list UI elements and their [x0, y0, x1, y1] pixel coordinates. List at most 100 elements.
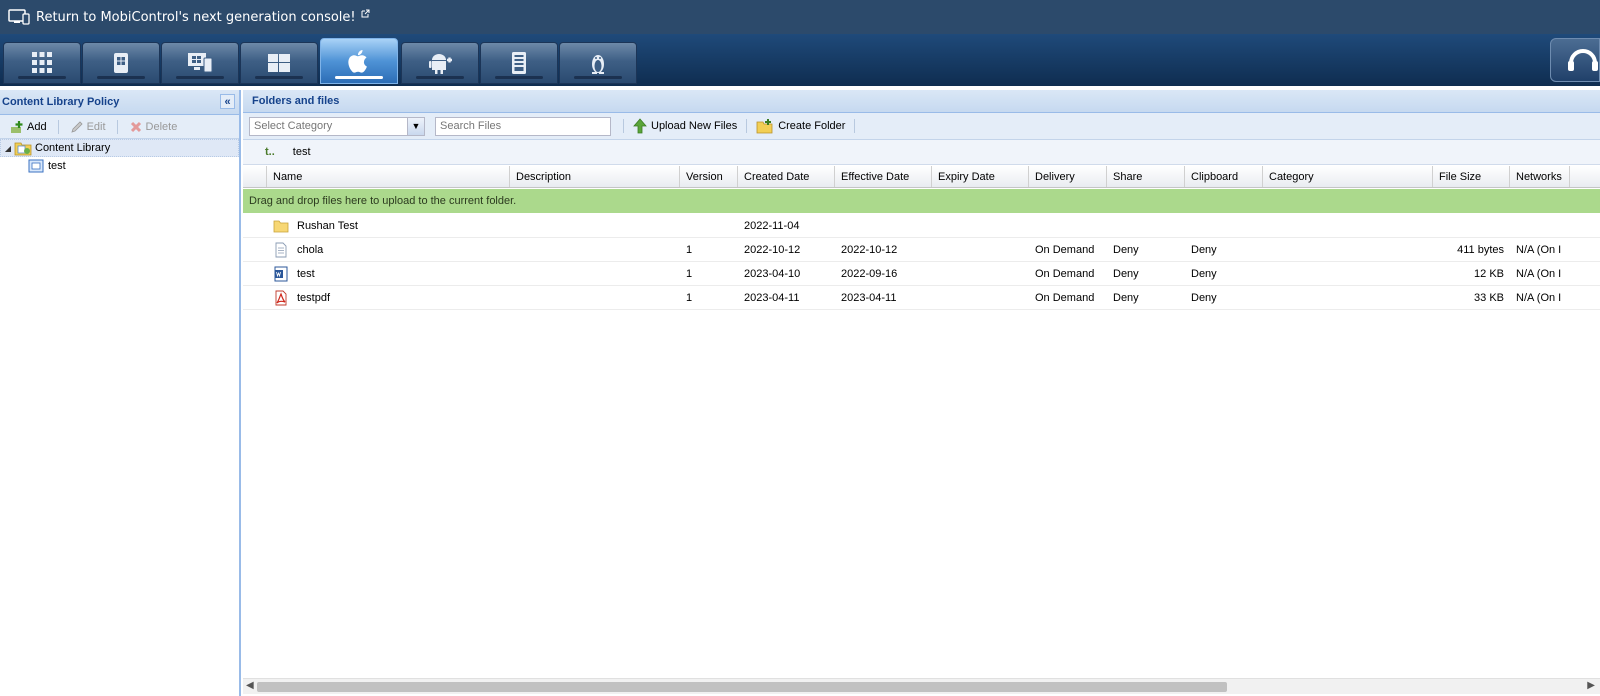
- cell-effective-date: 2022-10-12: [841, 244, 898, 256]
- toolbar-separator: [57, 119, 59, 134]
- collapse-panel-button[interactable]: «: [220, 94, 235, 109]
- scroll-right-arrow-icon[interactable]: ▶: [1587, 680, 1595, 691]
- expand-triangle-icon[interactable]: ◢: [3, 144, 13, 153]
- return-console-banner[interactable]: Return to MobiControl's next generation …: [0, 0, 1600, 34]
- column-header-version[interactable]: Version: [680, 166, 738, 187]
- cell-effective-date: [835, 214, 932, 237]
- category-select-value: Select Category: [254, 120, 333, 132]
- external-link-icon: [361, 9, 370, 17]
- upload-files-button[interactable]: Upload New Files: [627, 118, 743, 134]
- tree-node-test[interactable]: test: [0, 157, 239, 175]
- pencil-icon: [70, 120, 83, 133]
- chevron-down-icon[interactable]: ▼: [407, 117, 424, 135]
- left-panel-header: Content Library Policy «: [0, 90, 239, 115]
- tab-windows-mobile[interactable]: [82, 42, 160, 84]
- search-files-input[interactable]: [435, 116, 611, 136]
- table-row[interactable]: chola 1 2022-10-12 2022-10-12 On Demand Deny D…: [243, 238, 1600, 262]
- tab-windows-modern[interactable]: [240, 42, 318, 84]
- create-folder-label: Create Folder: [778, 120, 846, 132]
- horizontal-scrollbar[interactable]: ◀ ▶: [243, 678, 1600, 694]
- tab-printer-device[interactable]: [480, 42, 558, 84]
- windows-modern-icon: [268, 54, 290, 72]
- file-name[interactable]: test: [297, 268, 315, 280]
- cell-version: 1: [686, 292, 693, 304]
- toolbar-separator: [854, 119, 856, 133]
- grid-apps-icon: [32, 52, 52, 73]
- table-row[interactable]: test 1 2023-04-10 2022-09-16 On Demand Deny De…: [243, 262, 1600, 286]
- cell-expiry-date: [932, 286, 1029, 309]
- column-header-delivery[interactable]: Delivery: [1029, 166, 1107, 187]
- row-spacer: [243, 214, 267, 237]
- cell-clipboard: [1185, 214, 1263, 237]
- column-header-share[interactable]: Share: [1107, 166, 1185, 187]
- upload-dropzone[interactable]: Drag and drop files here to upload to th…: [243, 189, 1600, 213]
- folder-doc-icon: [28, 159, 44, 173]
- cell-delivery: On Demand: [1035, 268, 1095, 280]
- pdf-file-icon: [273, 290, 289, 306]
- headset-icon: [1568, 49, 1598, 71]
- create-folder-button[interactable]: Create Folder: [750, 118, 851, 134]
- delete-label: Delete: [145, 120, 178, 133]
- header-spacer: [243, 166, 267, 187]
- banner-text[interactable]: Return to MobiControl's next generation …: [36, 10, 356, 25]
- column-header-file-size[interactable]: File Size: [1433, 166, 1510, 187]
- table-row[interactable]: testpdf 1 2023-04-11 2023-04-11 On Demand Den…: [243, 286, 1600, 310]
- content-library-policy-panel: Content Library Policy « Add Edit Delete: [0, 90, 241, 696]
- column-header-effective-date[interactable]: Effective Date: [835, 166, 932, 187]
- cell-networks: N/A (On I: [1516, 244, 1562, 256]
- delete-button[interactable]: Delete: [125, 118, 182, 136]
- cell-file-size: 12 KB: [1474, 268, 1504, 280]
- scrollbar-thumb[interactable]: [257, 682, 1227, 692]
- cell-effective-date: 2023-04-11: [841, 292, 897, 304]
- column-header-clipboard[interactable]: Clipboard: [1185, 166, 1263, 187]
- left-toolbar: Add Edit Delete: [0, 115, 239, 139]
- add-label: Add: [27, 120, 47, 133]
- word-file-icon: [273, 266, 289, 282]
- monitor-icon: [8, 9, 30, 25]
- cell-version: [680, 214, 738, 237]
- add-icon: [11, 120, 23, 133]
- cell-created-date: 2023-04-10: [744, 268, 801, 280]
- file-name[interactable]: Rushan Test: [297, 220, 358, 232]
- column-header-networks[interactable]: Networks: [1510, 166, 1570, 187]
- cell-description: [510, 262, 680, 285]
- help-button[interactable]: [1550, 38, 1600, 82]
- cell-version: 1: [686, 244, 693, 256]
- cell-version: 1: [686, 268, 693, 280]
- tree-node-content-library[interactable]: ◢ Content Library: [0, 139, 239, 157]
- tab-apple[interactable]: [320, 38, 398, 84]
- parent-folder-link[interactable]: t..: [265, 146, 275, 158]
- column-header-category[interactable]: Category: [1263, 166, 1433, 187]
- cell-clipboard: Deny: [1191, 268, 1217, 280]
- file-name[interactable]: chola: [297, 244, 323, 256]
- cell-created-date: 2023-04-11: [744, 292, 800, 304]
- cell-category: [1263, 238, 1433, 261]
- column-header-expiry-date[interactable]: Expiry Date: [932, 166, 1029, 187]
- delete-icon: [130, 121, 141, 132]
- tab-windows-desktop[interactable]: [161, 42, 239, 84]
- file-name[interactable]: testpdf: [297, 292, 330, 304]
- cell-delivery: [1029, 214, 1107, 237]
- library-folder-icon: [14, 142, 32, 156]
- category-select[interactable]: Select Category ▼: [249, 116, 425, 136]
- column-header-name[interactable]: Name: [267, 166, 510, 187]
- windows-desktop-icon: [188, 53, 213, 73]
- table-row[interactable]: Rushan Test 2022-11-04: [243, 214, 1600, 238]
- tab-android-plus[interactable]: [401, 42, 479, 84]
- tab-linux[interactable]: [559, 42, 637, 84]
- column-header-created-date[interactable]: Created Date: [738, 166, 835, 187]
- edit-button[interactable]: Edit: [66, 118, 110, 136]
- cell-name: test: [267, 262, 510, 285]
- cell-file-size: 411 bytes: [1457, 244, 1504, 256]
- upload-label: Upload New Files: [651, 120, 738, 132]
- folder-icon: [273, 218, 289, 234]
- files-toolbar: Select Category ▼ Upload New Files Creat…: [243, 113, 1600, 140]
- row-spacer: [243, 238, 267, 261]
- add-button[interactable]: Add: [6, 118, 51, 136]
- windows-mobile-icon: [114, 53, 128, 73]
- cell-name: Rushan Test: [267, 214, 510, 237]
- scroll-left-arrow-icon[interactable]: ◀: [246, 680, 254, 691]
- column-header-description[interactable]: Description: [510, 166, 680, 187]
- toolbar-separator: [746, 119, 748, 133]
- tab-all-devices[interactable]: [3, 42, 81, 84]
